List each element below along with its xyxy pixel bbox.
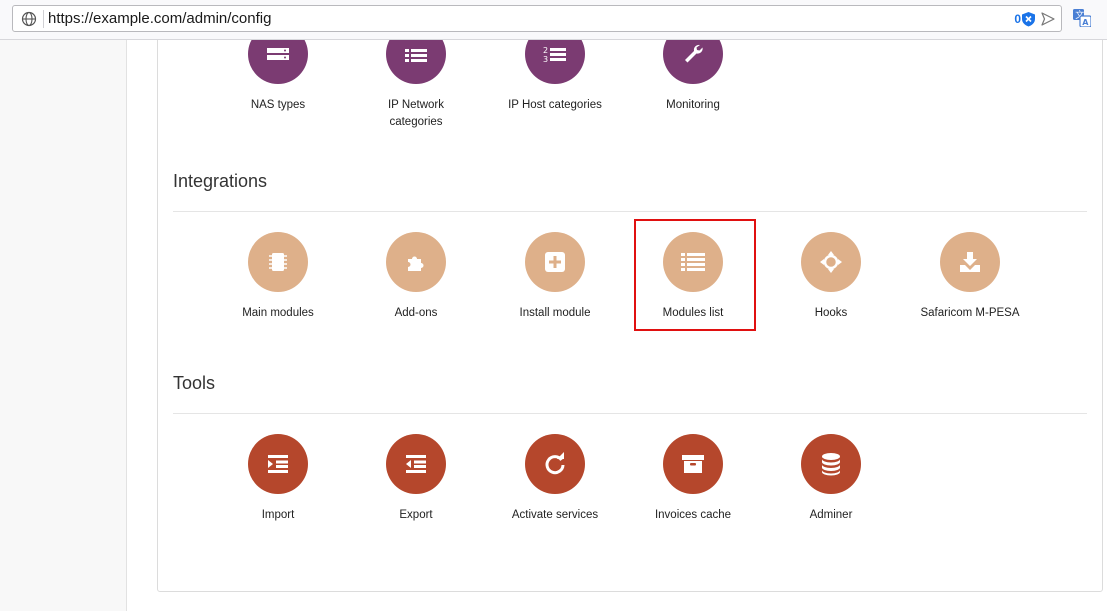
database-icon bbox=[801, 434, 861, 494]
plus-square-icon bbox=[525, 232, 585, 292]
translate-icon[interactable]: 文 A bbox=[1073, 9, 1091, 27]
highlight-box bbox=[634, 219, 756, 331]
svg-text:A: A bbox=[1082, 18, 1089, 27]
address-bar[interactable]: https://example.com/admin/config 0 bbox=[12, 5, 1062, 32]
url-text[interactable]: https://example.com/admin/config bbox=[48, 10, 271, 28]
section-title-tools: Tools bbox=[173, 373, 216, 393]
tile-activate-services[interactable]: Activate services bbox=[495, 434, 615, 524]
download-icon bbox=[940, 232, 1000, 292]
shield-icon[interactable] bbox=[1021, 11, 1036, 27]
tile-label: IP Host categories bbox=[508, 99, 602, 111]
tile-label: Add-ons bbox=[394, 307, 438, 319]
browser-toolbar: https://example.com/admin/config 0 文 A bbox=[0, 0, 1107, 40]
refresh-icon bbox=[525, 434, 585, 494]
tile-invoices-cache[interactable]: Invoices cache bbox=[633, 434, 753, 524]
tile-label: Safaricom M-PESA bbox=[920, 307, 1020, 319]
archive-icon bbox=[663, 434, 723, 494]
globe-icon bbox=[21, 11, 37, 27]
tile-safaricom-m-pesa[interactable]: Safaricom M-PESA bbox=[910, 232, 1030, 322]
tile-export[interactable]: Export bbox=[356, 434, 476, 524]
crosshair-icon bbox=[801, 232, 861, 292]
tile-label: Adminer bbox=[809, 509, 853, 521]
tile-label: Install module bbox=[519, 307, 591, 319]
svg-text:2: 2 bbox=[543, 46, 548, 55]
puzzle-icon bbox=[386, 232, 446, 292]
import-icon bbox=[248, 434, 308, 494]
tile-label: Invoices cache bbox=[654, 509, 732, 521]
tile-ip-network-categories[interactable]: IP Network categories bbox=[356, 24, 476, 131]
tile-label: Activate services bbox=[511, 509, 599, 521]
tile-label: Hooks bbox=[814, 307, 848, 319]
address-separator bbox=[43, 10, 44, 28]
content-viewport bbox=[128, 40, 1107, 611]
tile-import[interactable]: Import bbox=[218, 434, 338, 524]
tile-label: Import bbox=[261, 509, 295, 521]
tile-install-module[interactable]: Install module bbox=[495, 232, 615, 322]
tile-label: Main modules bbox=[242, 307, 314, 319]
export-icon bbox=[386, 434, 446, 494]
tile-hooks[interactable]: Hooks bbox=[771, 232, 891, 322]
left-sidebar bbox=[0, 40, 127, 611]
section-divider bbox=[173, 413, 1087, 414]
section-title-integrations: Integrations bbox=[173, 171, 268, 191]
tile-label: NAS types bbox=[250, 99, 306, 111]
tile-label: IP Network categories bbox=[387, 99, 445, 128]
tile-adminer[interactable]: Adminer bbox=[771, 434, 891, 524]
svg-text:3: 3 bbox=[543, 55, 548, 64]
chip-icon bbox=[248, 232, 308, 292]
section-divider bbox=[173, 211, 1087, 212]
tile-label: Export bbox=[399, 509, 433, 521]
blocker-count: 0 bbox=[1014, 12, 1021, 26]
send-icon[interactable] bbox=[1040, 11, 1056, 27]
tile-add-ons[interactable]: Add-ons bbox=[356, 232, 476, 322]
tile-label: Monitoring bbox=[666, 99, 720, 111]
tile-main-modules[interactable]: Main modules bbox=[218, 232, 338, 322]
